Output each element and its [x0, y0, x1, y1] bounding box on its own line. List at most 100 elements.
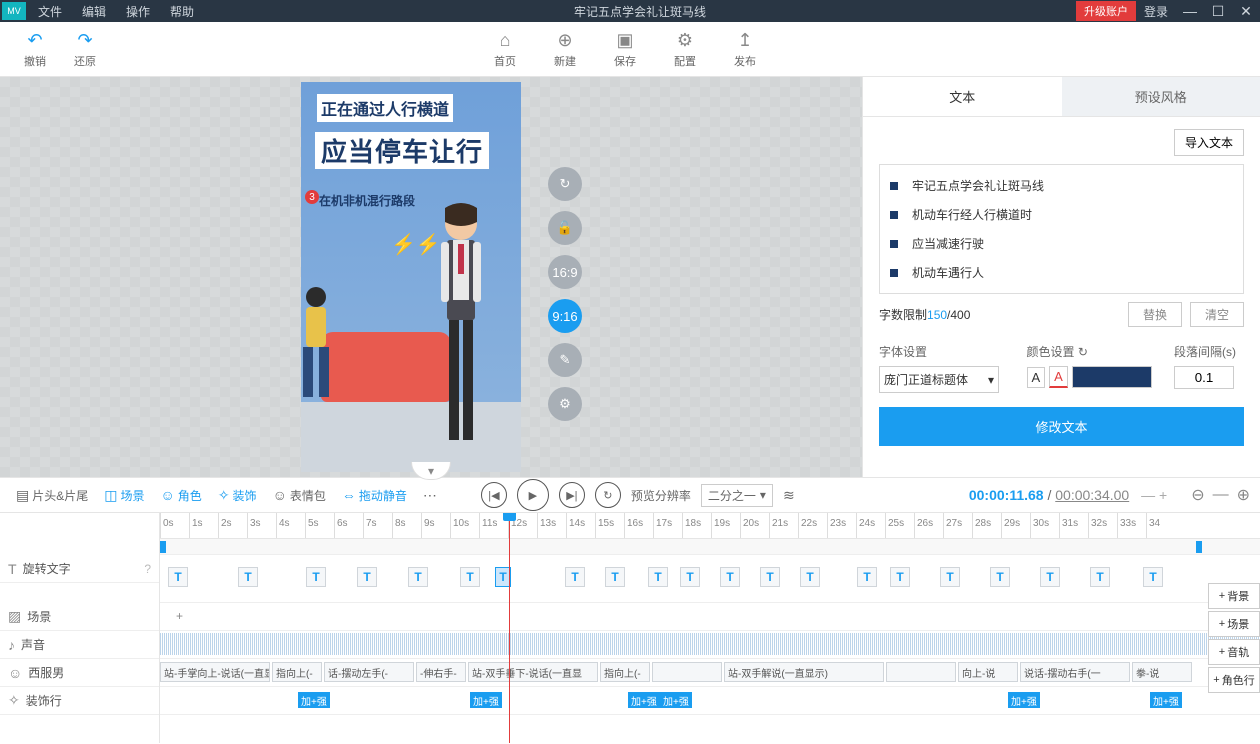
maximize-button[interactable]: ☐ [1204, 3, 1232, 20]
next-button[interactable]: ▶| [559, 482, 585, 508]
upgrade-button[interactable]: 升级账户 [1076, 1, 1136, 21]
character-clip[interactable]: 指向上(- [600, 662, 650, 682]
refresh-tool[interactable]: ↻ [548, 167, 582, 201]
range-end-handle[interactable] [1196, 541, 1202, 553]
character-clip[interactable]: 指向上(- [272, 662, 322, 682]
zoom-in-button[interactable]: ⊕ [1237, 485, 1250, 505]
text-color-a[interactable]: A [1027, 367, 1046, 388]
menu-file[interactable]: 文件 [28, 3, 72, 20]
character-clip[interactable]: -伸右手- [416, 662, 466, 682]
character-clip[interactable]: 站-双手解说(一直显示) [724, 662, 884, 682]
text-clip[interactable]: T [680, 567, 700, 587]
text-color-b[interactable]: A [1049, 366, 1068, 388]
tool-intro-outro[interactable]: ▤片头&片尾 [10, 487, 94, 504]
publish-button[interactable]: ↥发布 [720, 26, 770, 73]
play-button[interactable]: ▶ [517, 479, 549, 511]
tab-text[interactable]: 文本 [863, 77, 1062, 116]
text-clip[interactable]: T [800, 567, 820, 587]
decoration-clip[interactable]: 加+强 [1008, 692, 1040, 708]
more-icon[interactable]: ⋯ [423, 487, 437, 504]
character-clip[interactable]: 拳-说 [1132, 662, 1192, 682]
text-clip[interactable]: T [648, 567, 668, 587]
track-area[interactable]: 0s1s2s3s4s5s6s7s8s9s10s11s12s13s14s15s16… [160, 513, 1260, 743]
layers-icon[interactable]: ≋ [783, 487, 795, 504]
loop-button[interactable]: ↻ [595, 482, 621, 508]
text-clip[interactable]: T [1040, 567, 1060, 587]
text-clip[interactable]: T [605, 567, 625, 587]
minimize-button[interactable]: ― [1176, 3, 1204, 19]
character-clip[interactable]: 站-手掌向上-说话(一直显 [160, 662, 270, 682]
text-item[interactable]: 应当减速行驶 [888, 229, 1235, 258]
track-sound[interactable]: + [160, 631, 1260, 659]
add-bg-button[interactable]: + 背景 [1208, 583, 1260, 609]
help-icon[interactable]: ? [144, 562, 151, 576]
canvas-area[interactable]: ⚡⚡ 正在通过人行横道 应当停车让行 3 在机非机混行路段 ↻ 🔓 16:9 9… [0, 77, 862, 477]
stage[interactable]: ⚡⚡ 正在通过人行横道 应当停车让行 3 在机非机混行路段 [301, 82, 521, 472]
decoration-clip[interactable]: 加+强 [1150, 692, 1182, 708]
color-swatch[interactable] [1072, 366, 1152, 388]
text-clip[interactable]: T [720, 567, 740, 587]
text-clip[interactable]: T [1090, 567, 1110, 587]
tab-preset[interactable]: 预设风格 [1062, 77, 1260, 116]
track-decoration[interactable]: 加+强加+强加+强加+强加+强加+强 [160, 687, 1260, 715]
text-clip[interactable]: T [460, 567, 480, 587]
text-clip[interactable]: T [940, 567, 960, 587]
track-label-decoration[interactable]: ✧装饰行 [0, 687, 159, 715]
text-item[interactable]: 牢记五点学会礼让斑马线 [888, 171, 1235, 200]
settings-tool[interactable]: ⚙ [548, 387, 582, 421]
lock-tool[interactable]: 🔓 [548, 211, 582, 245]
decoration-clip[interactable]: 加+强 [628, 692, 660, 708]
track-label-sound[interactable]: ♪声音 [0, 631, 159, 659]
config-button[interactable]: ⚙配置 [660, 26, 710, 73]
decoration-clip[interactable]: 加+强 [660, 692, 692, 708]
add-audio-button[interactable]: + 音轨 [1208, 639, 1260, 665]
zoom-out-button[interactable]: ⊖ [1191, 485, 1204, 505]
text-clip[interactable]: T [238, 567, 258, 587]
save-button[interactable]: ▣保存 [600, 26, 650, 73]
add-role-button[interactable]: + 角色行 [1208, 667, 1260, 693]
text-clip[interactable]: T [760, 567, 780, 587]
undo-button[interactable]: ↶撤销 [10, 26, 60, 73]
redo-button[interactable]: ↷还原 [60, 26, 110, 73]
text-item[interactable]: 机动车遇行人 [888, 258, 1235, 287]
character-clip[interactable]: 说话-摆动右手(一 [1020, 662, 1130, 682]
rate-select[interactable]: 二分之一▾ [701, 484, 773, 507]
time-ruler[interactable]: 0s1s2s3s4s5s6s7s8s9s10s11s12s13s14s15s16… [160, 513, 1260, 539]
text-clip[interactable]: T [990, 567, 1010, 587]
track-text[interactable]: TTTTTTTTTTTTTTTTTTTTT [160, 555, 1260, 603]
text-clip[interactable]: T [357, 567, 377, 587]
new-button[interactable]: ⊕新建 [540, 26, 590, 73]
tool-decoration[interactable]: ✧装饰 [212, 487, 263, 504]
menu-action[interactable]: 操作 [116, 3, 160, 20]
text-clip[interactable]: T [168, 567, 188, 587]
range-bar[interactable] [160, 539, 1260, 555]
clear-button[interactable]: 清空 [1190, 302, 1244, 327]
tool-scene[interactable]: ◫场景 [98, 487, 150, 504]
track-label-text[interactable]: T旋转文字? [0, 555, 159, 583]
decoration-clip[interactable]: 加+强 [470, 692, 502, 708]
text-list[interactable]: 牢记五点学会礼让斑马线 机动车行经人行横道时 应当减速行驶 机动车遇行人 [879, 164, 1244, 294]
prev-button[interactable]: |◀ [481, 482, 507, 508]
edit-tool[interactable]: ✎ [548, 343, 582, 377]
playhead[interactable] [509, 513, 510, 743]
track-character[interactable]: 站-手掌向上-说话(一直显指向上(-话-摆动左手(--伸右手-站-双手垂下-说话… [160, 659, 1260, 687]
text-clip[interactable]: T [306, 567, 326, 587]
ratio-16-9[interactable]: 16:9 [548, 255, 582, 289]
replace-button[interactable]: 替换 [1128, 302, 1182, 327]
text-clip[interactable]: T [857, 567, 877, 587]
track-label-scene[interactable]: ▨场景 [0, 603, 159, 631]
modify-text-button[interactable]: 修改文本 [879, 407, 1244, 446]
character-clip[interactable]: 站-双手垂下-说话(一直显 [468, 662, 598, 682]
login-button[interactable]: 登录 [1136, 3, 1176, 20]
menu-help[interactable]: 帮助 [160, 3, 204, 20]
text-clip[interactable]: T [408, 567, 428, 587]
close-button[interactable]: ✕ [1232, 3, 1260, 20]
add-scene-button[interactable]: + 场景 [1208, 611, 1260, 637]
track-scene[interactable]: + [160, 603, 1260, 631]
text-clip[interactable]: T [565, 567, 585, 587]
ratio-9-16[interactable]: 9:16 [548, 299, 582, 333]
import-text-button[interactable]: 导入文本 [1174, 129, 1244, 156]
character-clip[interactable]: 话-摆动左手(- [324, 662, 414, 682]
character-clip[interactable] [886, 662, 956, 682]
text-clip[interactable]: T [1143, 567, 1163, 587]
